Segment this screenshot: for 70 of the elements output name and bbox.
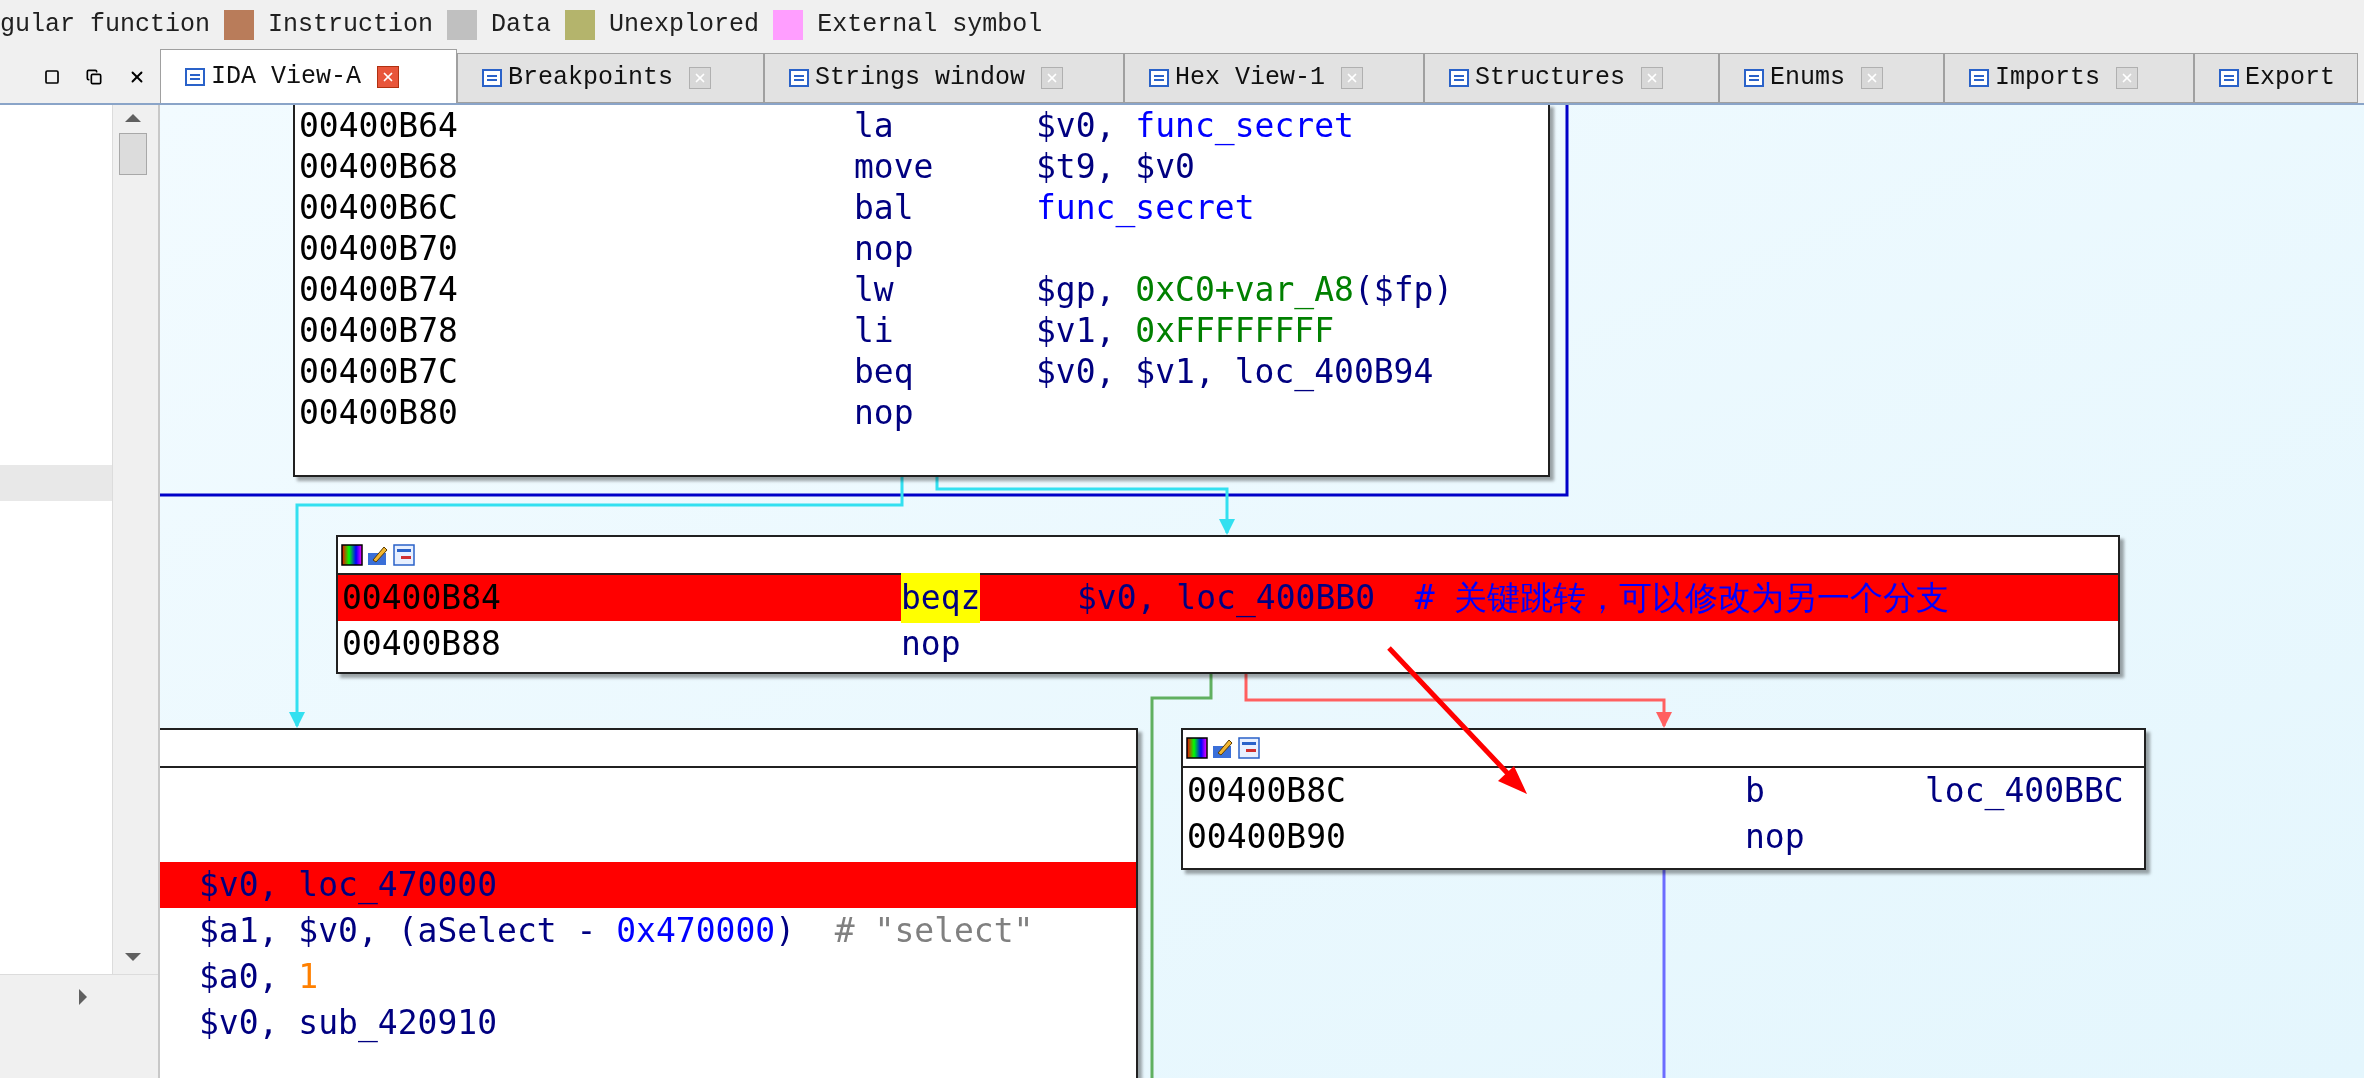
mnemonic-text: bal bbox=[854, 186, 914, 229]
legend-label: Unexplored bbox=[609, 9, 760, 42]
window-icon bbox=[1449, 68, 1469, 88]
mnemonic-text: nop bbox=[1745, 816, 1805, 859]
operand-text: $v0, func_secret bbox=[1036, 105, 1354, 148]
tab[interactable]: Enums bbox=[1719, 53, 1944, 103]
window-icon bbox=[185, 66, 205, 87]
legend-label: Instruction bbox=[268, 9, 434, 42]
mnemonic-text: b bbox=[1745, 770, 1765, 813]
address-text: 00400B70 bbox=[299, 227, 458, 270]
tab[interactable]: Export bbox=[2194, 53, 2358, 103]
window-icon bbox=[789, 68, 809, 88]
address-text: 00400B80 bbox=[299, 391, 458, 434]
address-text: 00400B74 bbox=[299, 268, 458, 311]
tab[interactable]: Hex View-1 bbox=[1124, 53, 1424, 103]
address-text: 00400B8C bbox=[1187, 770, 1346, 813]
address-text: 00400B64 bbox=[299, 105, 458, 147]
operand-text: $v0, loc_400BB0 # 关键跳转，可以修改为另一个分支 bbox=[1077, 577, 1950, 620]
scroll-right-icon[interactable] bbox=[78, 987, 88, 1006]
operand-text: $t9, $v0 bbox=[1036, 146, 1195, 188]
operand-text: $a0, 1 bbox=[199, 956, 319, 999]
operand-text: $v0, $v1, loc_400B94 bbox=[1036, 350, 1434, 394]
address-text: 00400B6C bbox=[299, 186, 458, 229]
window-icon bbox=[1969, 68, 1989, 88]
address-text: 00400B88 bbox=[342, 623, 501, 666]
legend-label: Data bbox=[491, 9, 552, 42]
graph-icon[interactable] bbox=[1238, 737, 1260, 759]
edit-icon[interactable] bbox=[367, 544, 389, 566]
operand-text: loc_400BBC bbox=[1925, 770, 2124, 813]
tab[interactable]: Structures bbox=[1424, 53, 1719, 103]
operand-text: func_secret bbox=[1036, 186, 1255, 230]
scroll-down-icon[interactable] bbox=[123, 952, 142, 962]
mnemonic-text: beqz bbox=[901, 573, 981, 623]
tab[interactable]: Imports bbox=[1944, 53, 2194, 103]
address-text: 00400B78 bbox=[299, 309, 458, 352]
mnemonic-text: nop bbox=[901, 623, 961, 666]
window-icon bbox=[1744, 68, 1764, 88]
mnemonic-text: la bbox=[854, 105, 894, 147]
legend-label: External symbol bbox=[817, 9, 1043, 42]
address-text: 00400B7C bbox=[299, 350, 458, 393]
address-text: 00400B68 bbox=[299, 145, 458, 188]
close-icon[interactable] bbox=[377, 65, 400, 88]
scroll-up-icon[interactable] bbox=[123, 113, 142, 123]
window-icon bbox=[2219, 68, 2239, 88]
scrollbar-thumb[interactable] bbox=[118, 133, 147, 175]
operand-text: $v0, loc_470000 bbox=[199, 864, 497, 907]
mnemonic-text: move bbox=[854, 145, 934, 188]
mnemonic-text: nop bbox=[854, 227, 914, 270]
legend-label: gular function bbox=[0, 9, 211, 42]
window-icon bbox=[1149, 68, 1169, 88]
mnemonic-text: nop bbox=[854, 391, 914, 434]
graph-icon[interactable] bbox=[393, 544, 415, 566]
edit-icon[interactable] bbox=[1212, 737, 1234, 759]
maximize-icon[interactable] bbox=[44, 68, 60, 85]
tab[interactable]: Breakpoints bbox=[457, 53, 764, 103]
operand-text: $a1, $v0, (aSelect - 0x470000) # "select" bbox=[199, 910, 1034, 953]
mnemonic-text: beq bbox=[854, 350, 914, 393]
operand-text: $v0, sub_420910 bbox=[199, 1002, 497, 1045]
mnemonic-text: lw bbox=[854, 268, 894, 311]
address-text: 00400B84 bbox=[342, 577, 501, 620]
address-text: 00400B90 bbox=[1187, 816, 1346, 859]
palette-icon[interactable] bbox=[1186, 737, 1208, 759]
palette-icon[interactable] bbox=[341, 544, 363, 566]
tab[interactable]: Strings window bbox=[764, 53, 1124, 103]
operand-text: $v1, 0xFFFFFFFF bbox=[1036, 310, 1335, 352]
operand-text: $gp, 0xC0+var_A8($fp) bbox=[1036, 268, 1454, 312]
restore-icon[interactable] bbox=[86, 68, 102, 85]
window-icon bbox=[482, 68, 502, 88]
tab[interactable]: IDA View-A bbox=[160, 49, 457, 103]
mnemonic-text: li bbox=[854, 309, 894, 352]
